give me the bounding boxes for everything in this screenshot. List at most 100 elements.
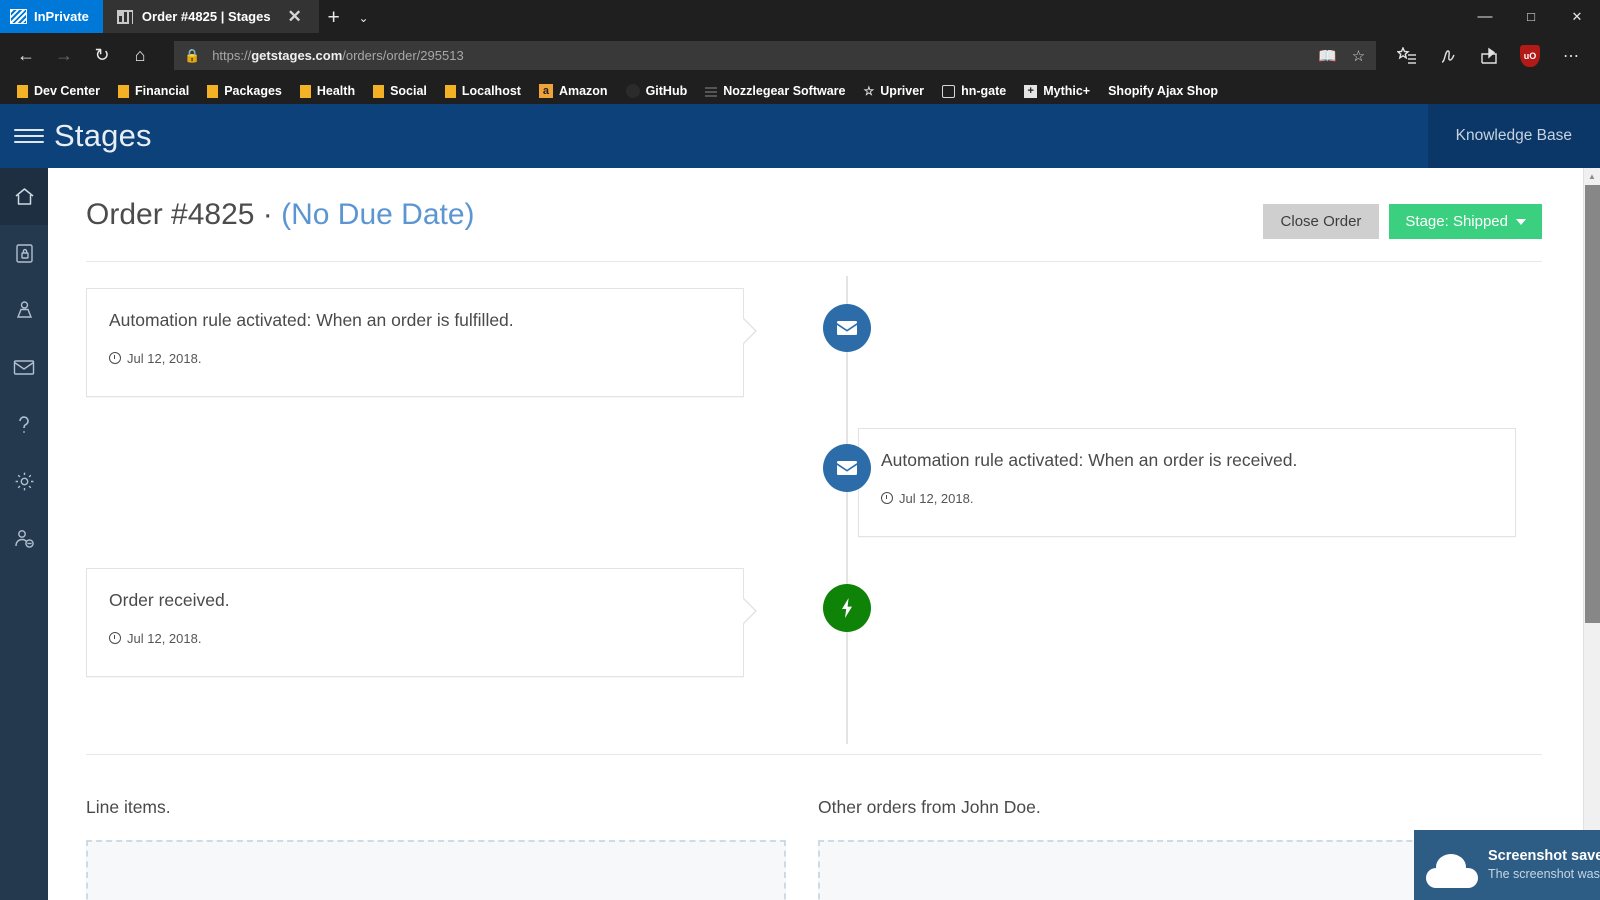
bookmarks-bar: Dev Center Financial Packages Health Soc…: [0, 78, 1600, 104]
address-bar[interactable]: 🔒 https://getstages.com/orders/order/295…: [174, 41, 1376, 70]
star-icon[interactable]: ☆: [1343, 42, 1374, 69]
page-scrollbar[interactable]: ▲: [1583, 168, 1600, 900]
sidebar-item-home[interactable]: [0, 168, 48, 225]
book-icon[interactable]: 📖: [1312, 42, 1343, 69]
sidebar-item-mail[interactable]: [0, 339, 48, 396]
forward-icon[interactable]: →: [46, 38, 82, 74]
bookmark-social[interactable]: Social: [364, 79, 436, 103]
bookmark-localhost[interactable]: Localhost: [436, 79, 530, 103]
bookmark-github[interactable]: GitHub: [617, 79, 697, 103]
web-notes-icon[interactable]: [1429, 38, 1467, 74]
app-sidebar: [0, 168, 48, 900]
github-icon: [626, 84, 640, 98]
screenshot-saved-toast[interactable]: Screenshot saved The screenshot was: [1414, 830, 1600, 900]
tab-title: Order #4825 | Stages: [142, 9, 271, 24]
app-brand[interactable]: Stages: [54, 118, 152, 154]
bookmark-label: Shopify Ajax Shop: [1108, 84, 1218, 98]
timeline-date-text: Jul 12, 2018.: [899, 491, 973, 506]
sidebar-item-account[interactable]: [0, 510, 48, 567]
page-title-due-date[interactable]: (No Due Date): [281, 198, 474, 231]
bookmark-shopify-ajax-shop[interactable]: Shopify Ajax Shop: [1099, 79, 1227, 103]
timeline-card: Order received. Jul 12, 2018.: [86, 568, 744, 677]
folder-icon: [373, 85, 384, 98]
browser-tab[interactable]: Order #4825 | Stages ✕: [103, 0, 319, 33]
close-order-button[interactable]: Close Order: [1263, 204, 1380, 239]
minimize-button[interactable]: —: [1462, 0, 1508, 33]
sidebar-item-customers[interactable]: [0, 282, 48, 339]
favorites-hub-icon[interactable]: [1388, 38, 1426, 74]
back-icon[interactable]: ←: [8, 38, 44, 74]
bookmark-nozzlegear-software[interactable]: Nozzlegear Software: [696, 79, 854, 103]
hngate-icon: [942, 85, 955, 98]
other-orders-title: Other orders from John Doe.: [818, 797, 1542, 818]
sidebar-item-orders[interactable]: [0, 225, 48, 282]
bookmark-packages[interactable]: Packages: [198, 79, 291, 103]
timeline-date-text: Jul 12, 2018.: [127, 631, 201, 646]
bookmark-mythic-plus[interactable]: +Mythic+: [1015, 79, 1099, 103]
sidebar-item-settings[interactable]: [0, 453, 48, 510]
url-host: getstages.com: [251, 48, 342, 63]
maximize-button[interactable]: □: [1508, 0, 1554, 33]
home-icon[interactable]: ⌂: [122, 38, 158, 74]
page-title-order: Order #4825 ·: [86, 198, 281, 231]
browser-window: InPrivate Order #4825 | Stages ✕ + ⌄ — □…: [0, 0, 1600, 900]
amazon-icon: a: [539, 84, 553, 98]
timeline-event: Order received. Jul 12, 2018.: [86, 568, 1542, 708]
scrollbar-thumb[interactable]: [1585, 185, 1600, 623]
bookmark-label: Financial: [135, 84, 189, 98]
ublock-origin-icon[interactable]: uO: [1511, 38, 1549, 74]
clock-icon: [881, 492, 893, 504]
bookmark-label: hn-gate: [961, 84, 1006, 98]
lightning-bolt-icon: [823, 584, 871, 632]
scroll-up-arrow-icon[interactable]: ▲: [1584, 168, 1600, 185]
stage-dropdown-button[interactable]: Stage: Shipped: [1389, 204, 1542, 239]
toast-text: Screenshot saved The screenshot was: [1488, 846, 1600, 881]
timeline-event: Automation rule activated: When an order…: [86, 288, 1542, 428]
new-tab-button[interactable]: +: [319, 3, 349, 33]
timeline-date-text: Jul 12, 2018.: [127, 351, 201, 366]
url-scheme: https://: [212, 48, 251, 63]
bookmark-label: Social: [390, 84, 427, 98]
toast-title: Screenshot saved: [1488, 848, 1600, 864]
app-body: Order #4825 · (No Due Date) Close Order …: [0, 168, 1600, 900]
toast-subtitle: The screenshot was: [1488, 867, 1600, 881]
settings-more-icon[interactable]: ⋯: [1552, 38, 1590, 74]
sidebar-item-help[interactable]: [0, 396, 48, 453]
folder-icon: [118, 85, 129, 98]
line-items-placeholder: [86, 840, 786, 900]
chevron-down-icon: [1516, 219, 1526, 225]
close-window-button[interactable]: ✕: [1554, 0, 1600, 33]
bookmark-health[interactable]: Health: [291, 79, 364, 103]
url-path: /orders/order/295513: [342, 48, 463, 63]
page-viewport: Stages Knowledge Base: [0, 104, 1600, 900]
bookmark-label: Localhost: [462, 84, 521, 98]
knowledge-base-link[interactable]: Knowledge Base: [1428, 104, 1600, 168]
bookmark-upriver[interactable]: ☆Upriver: [855, 79, 934, 103]
refresh-icon[interactable]: ↻: [84, 38, 120, 74]
main-content: Order #4825 · (No Due Date) Close Order …: [48, 168, 1600, 900]
tab-close-button[interactable]: ✕: [280, 2, 310, 32]
folder-icon: [300, 85, 311, 98]
line-items-title: Line items.: [86, 797, 786, 818]
tab-list-menu-button[interactable]: ⌄: [349, 3, 379, 33]
page-header-actions: Close Order Stage: Shipped: [1263, 198, 1542, 239]
window-controls: — □ ✕: [1462, 0, 1600, 33]
bookmark-label: Mythic+: [1043, 84, 1090, 98]
bookmark-hn-gate[interactable]: hn-gate: [933, 79, 1015, 103]
app-header: Stages Knowledge Base: [0, 104, 1600, 168]
chart-favicon: [117, 10, 133, 24]
hamburger-icon[interactable]: [14, 129, 44, 143]
timeline-message: Automation rule activated: When an order…: [109, 309, 721, 333]
share-icon[interactable]: [1470, 38, 1508, 74]
browser-toolbar-icons: uO ⋯: [1388, 38, 1590, 74]
bookmark-financial[interactable]: Financial: [109, 79, 198, 103]
onedrive-cloud-icon: [1426, 854, 1478, 888]
bookmark-label: Upriver: [880, 84, 924, 98]
bookmark-label: Health: [317, 84, 355, 98]
bookmark-dev-center[interactable]: Dev Center: [8, 79, 109, 103]
tab-strip: InPrivate Order #4825 | Stages ✕ + ⌄ — □…: [0, 0, 1600, 33]
bookmark-label: Amazon: [559, 84, 608, 98]
timeline-event: Automation rule activated: When an order…: [86, 428, 1542, 568]
order-timeline: Automation rule activated: When an order…: [86, 262, 1542, 744]
bookmark-amazon[interactable]: a Amazon: [530, 79, 617, 103]
